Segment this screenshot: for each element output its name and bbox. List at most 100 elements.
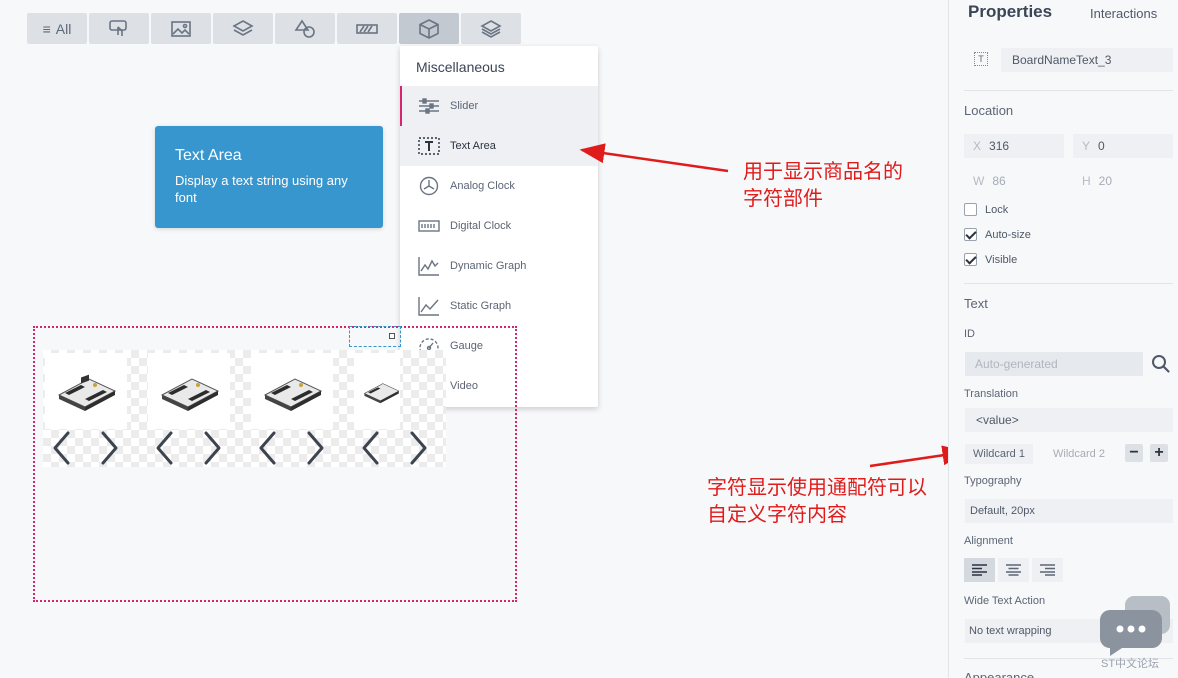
widget-item-label: Static Graph — [450, 300, 512, 312]
board-image-icon — [363, 383, 400, 404]
wide-text-action-label: Wide Text Action — [964, 595, 1046, 607]
widget-item-label: Digital Clock — [450, 220, 512, 232]
panel-tabs: Properties Interactions — [968, 2, 1168, 26]
h-label: H — [1082, 174, 1091, 188]
next-arrow-icon[interactable] — [303, 430, 327, 466]
visible-checkbox-row[interactable]: Visible — [964, 253, 1017, 266]
board-image-icon — [57, 374, 117, 411]
product-tile[interactable] — [45, 353, 127, 429]
product-tile[interactable] — [251, 353, 333, 429]
category-touch-button[interactable] — [89, 13, 149, 44]
previous-arrow-icon[interactable] — [50, 430, 74, 466]
translation-label: Translation — [964, 388, 1019, 400]
menu-icon: ≡ — [42, 20, 51, 37]
category-image-button[interactable] — [151, 13, 211, 44]
align-center-icon — [1006, 564, 1021, 576]
analog-clock-icon — [419, 176, 439, 196]
annotation-text-area-note: 用于显示商品名的 字符部件 — [743, 158, 903, 212]
autosize-checkbox[interactable] — [964, 228, 977, 241]
lock-checkbox-row[interactable]: Lock — [964, 203, 1008, 216]
product-tile[interactable] — [148, 353, 230, 429]
y-value: 0 — [1098, 139, 1105, 153]
id-input[interactable]: Auto-generated — [965, 352, 1143, 376]
width-field: W 86 — [964, 169, 1064, 193]
next-arrow-icon[interactable] — [406, 430, 430, 466]
w-label: W — [973, 174, 985, 188]
cube-icon — [419, 18, 439, 39]
selected-text-area-widget[interactable] — [349, 326, 401, 347]
align-right-button[interactable] — [1032, 558, 1063, 582]
x-field[interactable]: X 316 — [964, 134, 1064, 158]
text-widget-icon: T — [974, 52, 988, 66]
add-wildcard-button[interactable]: + — [1150, 444, 1168, 462]
widget-item-analog-clock[interactable]: Analog Clock — [400, 166, 598, 206]
dynamic-graph-icon — [418, 257, 439, 276]
widget-category-toolbar: ≡ All — [27, 13, 521, 44]
previous-arrow-icon[interactable] — [153, 430, 177, 466]
remove-wildcard-button[interactable]: − — [1125, 444, 1143, 462]
category-containers-button[interactable] — [213, 13, 273, 44]
widget-tooltip-card: Text Area Display a text string using an… — [155, 126, 383, 228]
progress-icon — [356, 23, 378, 34]
x-value: 316 — [989, 139, 1010, 153]
align-left-icon — [972, 564, 987, 576]
widget-item-digital-clock[interactable]: Digital Clock — [400, 206, 598, 246]
category-custom-button[interactable] — [461, 13, 521, 44]
dropdown-title: Miscellaneous — [416, 59, 505, 75]
wildcard-2-tab[interactable]: Wildcard 2 — [1045, 444, 1113, 464]
appearance-section-title: Appearance — [964, 670, 1035, 678]
x-label: X — [973, 139, 982, 153]
align-center-button[interactable] — [998, 558, 1029, 582]
next-arrow-icon[interactable] — [200, 430, 224, 466]
widget-item-slider[interactable]: Slider — [400, 86, 598, 126]
id-label: ID — [964, 328, 975, 340]
widget-name-field[interactable]: BoardNameText_3 — [1001, 48, 1173, 72]
location-section-title: Location — [964, 103, 1014, 118]
category-miscellaneous-button[interactable] — [399, 13, 459, 44]
annotation-line: 字符部件 — [743, 186, 823, 210]
product-tile[interactable] — [354, 353, 400, 429]
annotation-line: 用于显示商品名的 — [743, 159, 903, 183]
previous-arrow-icon[interactable] — [359, 430, 383, 466]
widget-item-dynamic-graph[interactable]: Dynamic Graph — [400, 246, 598, 286]
widget-item-label: Analog Clock — [450, 180, 515, 192]
y-field[interactable]: Y 0 — [1073, 134, 1173, 158]
all-categories-button[interactable]: ≡ All — [27, 13, 87, 44]
visible-label: Visible — [985, 253, 1018, 266]
next-arrow-icon[interactable] — [97, 430, 121, 466]
widget-item-static-graph[interactable]: Static Graph — [400, 286, 598, 326]
lock-label: Lock — [985, 203, 1009, 216]
board-image-icon — [160, 378, 220, 411]
autosize-checkbox-row[interactable]: Auto-size — [964, 228, 1031, 241]
annotation-line: 自定义字符内容 — [707, 502, 847, 526]
visible-checkbox[interactable] — [964, 253, 977, 266]
align-left-button[interactable] — [964, 558, 995, 582]
lock-checkbox[interactable] — [964, 203, 977, 216]
w-value: 86 — [992, 174, 1006, 188]
tab-interactions[interactable]: Interactions — [1090, 6, 1157, 21]
tab-properties[interactable]: Properties — [968, 2, 1052, 22]
resize-handle[interactable] — [389, 333, 395, 339]
search-icon[interactable] — [1150, 353, 1172, 375]
digital-clock-icon — [418, 220, 440, 232]
translation-input[interactable]: <value> — [965, 408, 1173, 432]
tooltip-description: Display a text string using any font — [175, 173, 348, 205]
widget-item-label: Dynamic Graph — [450, 260, 527, 272]
wildcard-1-tab[interactable]: Wildcard 1 — [965, 444, 1033, 464]
widget-item-label: Slider — [450, 100, 479, 112]
tooltip-title: Text Area — [175, 147, 242, 164]
category-progress-button[interactable] — [337, 13, 397, 44]
y-label: Y — [1082, 139, 1091, 153]
all-label: All — [55, 20, 72, 37]
typography-select[interactable]: Default, 20px — [965, 499, 1173, 523]
height-field: H 20 — [1073, 169, 1173, 193]
category-shapes-button[interactable] — [275, 13, 335, 44]
annotation-line: 字符显示使用通配符可以 — [707, 475, 927, 499]
h-value: 20 — [1098, 174, 1113, 188]
layers-icon — [232, 19, 254, 36]
stack-icon — [480, 19, 502, 38]
shapes-icon — [294, 19, 315, 38]
typography-label: Typography — [964, 475, 1022, 487]
widget-item-text-area[interactable]: Text Area — [400, 126, 598, 166]
previous-arrow-icon[interactable] — [256, 430, 280, 466]
